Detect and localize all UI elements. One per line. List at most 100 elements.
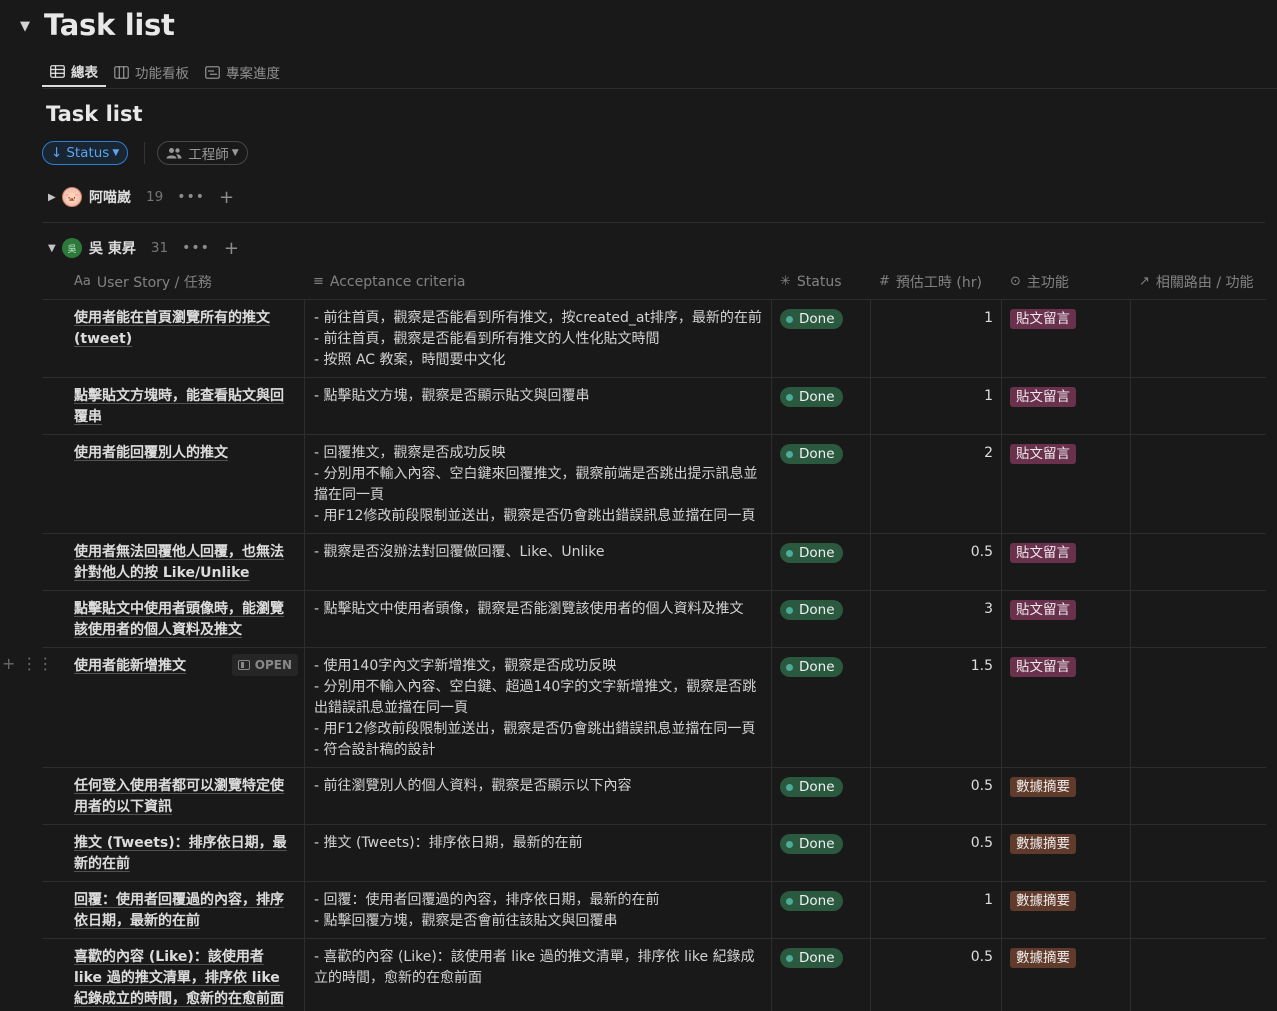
- story-cell[interactable]: 回覆：使用者回覆過的內容，排序依日期，最新的在前: [42, 882, 305, 938]
- story-cell[interactable]: 任何登入使用者都可以瀏覽特定使用者的以下資訊: [42, 768, 305, 824]
- criteria-cell[interactable]: - 前往首頁，觀察是否能看到所有推文，按created_at排序，最新的在前 -…: [305, 300, 772, 377]
- feature-cell[interactable]: 貼文留言: [1002, 378, 1131, 434]
- hours-cell[interactable]: 2: [871, 435, 1002, 533]
- story-cell[interactable]: 使用者能在首頁瀏覽所有的推文 (tweet): [42, 300, 305, 377]
- status-cell[interactable]: Done: [772, 939, 871, 1011]
- story-cell[interactable]: 喜歡的內容 (Like)：該使用者 like 過的推文清單，排序依 like 紀…: [42, 939, 305, 1011]
- story-cell[interactable]: 使用者能回覆別人的推文: [42, 435, 305, 533]
- status-badge: Done: [780, 777, 843, 797]
- feature-cell[interactable]: 數據摘要: [1002, 939, 1131, 1011]
- feature-tag: 數據摘要: [1010, 891, 1076, 911]
- column-header-criteria[interactable]: ≡ Acceptance criteria: [305, 264, 772, 299]
- story-cell[interactable]: 點擊貼文方塊時，能查看貼文與回覆串: [42, 378, 305, 434]
- table-row[interactable]: 使用者無法回覆他人回覆，也無法針對他人的按 Like/Unlike - 觀察是否沒…: [42, 534, 1266, 591]
- add-icon[interactable]: +: [224, 238, 239, 259]
- route-cell[interactable]: [1131, 435, 1266, 533]
- status-cell[interactable]: Done: [772, 300, 871, 377]
- hours-cell[interactable]: 0.5: [871, 825, 1002, 881]
- criteria-cell[interactable]: - 點擊貼文中使用者頭像，觀察是否能瀏覽該使用者的個人資料及推文: [305, 591, 772, 647]
- criteria-cell[interactable]: - 推文 (Tweets)：排序依日期，最新的在前: [305, 825, 772, 881]
- route-cell[interactable]: [1131, 300, 1266, 377]
- column-header-story[interactable]: Aa User Story / 任務: [42, 264, 305, 299]
- feature-cell[interactable]: 數據摘要: [1002, 882, 1131, 938]
- criteria-cell[interactable]: - 回覆推文，觀察是否成功反映 - 分別用不輸入內容、空白鍵來回覆推文，觀察前端…: [305, 435, 772, 533]
- route-cell[interactable]: [1131, 939, 1266, 1011]
- criteria-cell[interactable]: - 喜歡的內容 (Like)：該使用者 like 過的推文清單，排序依 like…: [305, 939, 772, 1011]
- table-row[interactable]: 推文 (Tweets)：排序依日期，最新的在前 - 推文 (Tweets)：排序依…: [42, 825, 1266, 882]
- table-row[interactable]: 使用者能在首頁瀏覽所有的推文 (tweet) - 前往首頁，觀察是否能看到所有推文…: [42, 300, 1266, 378]
- column-header-route[interactable]: ↗ 相關路由 / 功能: [1131, 264, 1266, 299]
- table-row[interactable]: 點擊貼文中使用者頭像時，能瀏覽該使用者的個人資料及推文 - 點擊貼文中使用者頭像，…: [42, 591, 1266, 648]
- criteria-cell[interactable]: - 前往瀏覽別人的個人資料，觀察是否顯示以下內容: [305, 768, 772, 824]
- hours-cell[interactable]: 0.5: [871, 534, 1002, 590]
- route-cell[interactable]: [1131, 378, 1266, 434]
- status-cell[interactable]: Done: [772, 534, 871, 590]
- tab-overview[interactable]: 總表: [42, 57, 106, 87]
- feature-cell[interactable]: 數據摘要: [1002, 768, 1131, 824]
- hours-cell[interactable]: 0.5: [871, 939, 1002, 1011]
- page-title: Task list: [44, 8, 175, 42]
- story-cell[interactable]: 推文 (Tweets)：排序依日期，最新的在前: [42, 825, 305, 881]
- feature-cell[interactable]: 貼文留言: [1002, 591, 1131, 647]
- feature-tag: 貼文留言: [1010, 657, 1076, 677]
- status-cell[interactable]: Done: [772, 435, 871, 533]
- hours-cell[interactable]: 3: [871, 591, 1002, 647]
- status-cell[interactable]: Done: [772, 378, 871, 434]
- feature-cell[interactable]: 貼文留言: [1002, 300, 1131, 377]
- route-cell[interactable]: [1131, 882, 1266, 938]
- hours-cell[interactable]: 1: [871, 882, 1002, 938]
- column-label: 預估工時 (hr): [895, 274, 982, 291]
- group-collapse-toggle-icon[interactable]: ▼: [42, 243, 62, 254]
- table-row[interactable]: + ⋮⋮ 使用者能新增推文 OPEN - 使用140字內文字新增推文，觀察是否成功反映 …: [2, 648, 1266, 768]
- add-row-icon[interactable]: +: [2, 654, 15, 673]
- route-cell[interactable]: [1131, 534, 1266, 590]
- route-cell[interactable]: [1131, 591, 1266, 647]
- group-by-engineer-button[interactable]: 工程師 ▼: [157, 141, 248, 165]
- sort-status-button[interactable]: ↓ Status ▼: [42, 141, 129, 165]
- group-expand-toggle-icon[interactable]: ▶: [42, 192, 62, 203]
- feature-cell[interactable]: 貼文留言: [1002, 534, 1131, 590]
- column-header-hours[interactable]: # 預估工時 (hr): [871, 264, 1002, 299]
- table-row[interactable]: 喜歡的內容 (Like)：該使用者 like 過的推文清單，排序依 like 紀…: [42, 939, 1266, 1011]
- filter-bar: ↓ Status ▼ 工程師 ▼: [42, 141, 248, 165]
- hours-cell[interactable]: 0.5: [871, 768, 1002, 824]
- route-cell[interactable]: [1131, 825, 1266, 881]
- hours-cell[interactable]: 1: [871, 378, 1002, 434]
- status-cell[interactable]: Done: [772, 882, 871, 938]
- status-cell[interactable]: Done: [772, 591, 871, 647]
- criteria-cell[interactable]: - 點擊貼文方塊，觀察是否顯示貼文與回覆串: [305, 378, 772, 434]
- column-label: Status: [796, 273, 842, 290]
- tab-feature-board[interactable]: 功能看板: [106, 57, 197, 87]
- more-options-icon[interactable]: •••: [182, 240, 210, 256]
- feature-cell[interactable]: 貼文留言: [1002, 435, 1131, 533]
- table-row[interactable]: 使用者能回覆別人的推文 - 回覆推文，觀察是否成功反映 - 分別用不輸入內容、空白…: [42, 435, 1266, 534]
- status-cell[interactable]: Done: [772, 825, 871, 881]
- page-collapse-toggle-icon[interactable]: ▼: [20, 19, 30, 34]
- feature-cell[interactable]: 數據摘要: [1002, 825, 1131, 881]
- add-icon[interactable]: +: [219, 187, 234, 208]
- table-row[interactable]: 點擊貼文方塊時，能查看貼文與回覆串 - 點擊貼文方塊，觀察是否顯示貼文與回覆串 Do…: [42, 378, 1266, 435]
- status-cell[interactable]: Done: [772, 768, 871, 824]
- route-cell[interactable]: [1131, 768, 1266, 824]
- table-row[interactable]: 回覆：使用者回覆過的內容，排序依日期，最新的在前 - 回覆：使用者回覆過的內容，排…: [42, 882, 1266, 939]
- tab-project-progress[interactable]: 專案進度: [197, 57, 288, 87]
- more-options-icon[interactable]: •••: [177, 189, 205, 205]
- criteria-cell[interactable]: - 使用140字內文字新增推文，觀察是否成功反映 - 分別用不輸入內容、空白鍵、…: [305, 648, 772, 767]
- open-page-button[interactable]: OPEN: [231, 654, 298, 676]
- story-cell[interactable]: 使用者能新增推文 OPEN: [42, 648, 305, 767]
- hours-cell[interactable]: 1: [871, 300, 1002, 377]
- table-row[interactable]: 任何登入使用者都可以瀏覽特定使用者的以下資訊 - 前往瀏覽別人的個人資料，觀察是否…: [42, 768, 1266, 825]
- route-cell[interactable]: [1131, 648, 1266, 767]
- column-header-status[interactable]: ✳ Status: [772, 264, 871, 299]
- story-cell[interactable]: 點擊貼文中使用者頭像時，能瀏覽該使用者的個人資料及推文: [42, 591, 305, 647]
- story-title: 推文 (Tweets)：排序依日期，最新的在前: [74, 835, 287, 872]
- status-text: Done: [799, 445, 835, 462]
- criteria-cell[interactable]: - 觀察是否沒辦法對回覆做回覆、Like、Unlike: [305, 534, 772, 590]
- criteria-cell[interactable]: - 回覆：使用者回覆過的內容，排序依日期，最新的在前 - 點擊回覆方塊，觀察是否…: [305, 882, 772, 938]
- hours-cell[interactable]: 1.5: [871, 648, 1002, 767]
- status-badge: Done: [780, 834, 843, 854]
- column-header-feature[interactable]: ⊙ 主功能: [1002, 264, 1131, 299]
- status-cell[interactable]: Done: [772, 648, 871, 767]
- story-cell[interactable]: 使用者無法回覆他人回覆，也無法針對他人的按 Like/Unlike: [42, 534, 305, 590]
- feature-cell[interactable]: 貼文留言: [1002, 648, 1131, 767]
